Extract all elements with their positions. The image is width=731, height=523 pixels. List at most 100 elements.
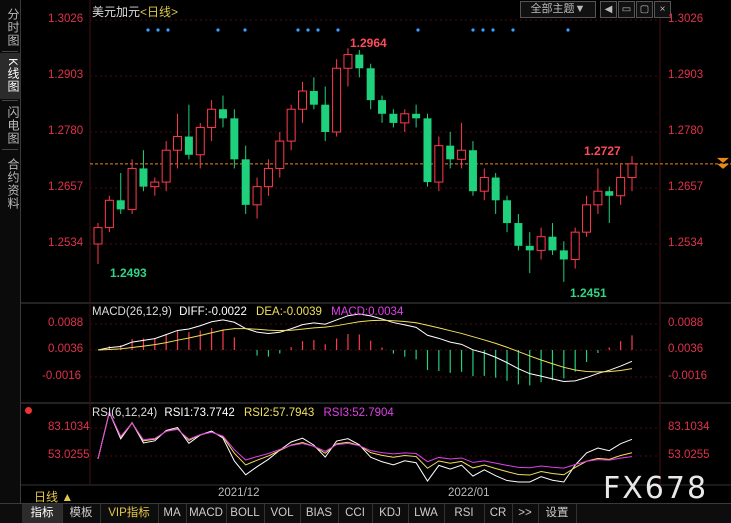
candle bbox=[412, 113, 421, 119]
candle bbox=[491, 177, 500, 201]
rsi-params: RSI(6,12,24) bbox=[92, 407, 158, 419]
macd-label-left: -0.0016 bbox=[42, 370, 82, 382]
candle bbox=[195, 126, 205, 156]
candle bbox=[593, 190, 603, 206]
candle bbox=[514, 223, 523, 246]
candle bbox=[503, 200, 512, 224]
event-marker-icon bbox=[146, 28, 150, 32]
event-marker-icon bbox=[566, 28, 570, 32]
event-marker-icon bbox=[296, 28, 300, 32]
candle bbox=[286, 108, 296, 142]
rsi-label-right: 83.1034 bbox=[668, 421, 710, 433]
candle bbox=[332, 67, 342, 133]
tab-timeshare[interactable]: 分时图 bbox=[0, 4, 20, 50]
rsi-title: RSI(6,12,24) RSI1:73.7742 RSI2:57.7943 R… bbox=[92, 407, 394, 419]
candle bbox=[321, 104, 330, 132]
candle bbox=[525, 245, 534, 251]
macd-title: MACD(26,12,9) DIFF:-0.0022 DEA:-0.0039 M… bbox=[92, 306, 403, 318]
macd-label-left: 0.0036 bbox=[48, 343, 84, 355]
candle bbox=[173, 136, 183, 151]
candle bbox=[218, 109, 227, 119]
bottom-toolbar: 指标 模板 VIP指标 MA MACD BOLL VOL BIAS CCI KD… bbox=[0, 503, 731, 523]
candle bbox=[184, 136, 193, 155]
zoom-in-icon[interactable]: ▢ bbox=[636, 1, 653, 18]
candle bbox=[434, 145, 444, 183]
event-marker-icon bbox=[511, 28, 515, 32]
candle bbox=[479, 177, 489, 192]
more-tabs-button[interactable]: >> bbox=[512, 504, 539, 523]
period-tag[interactable]: <日线> bbox=[140, 5, 178, 19]
tab-template[interactable]: 模板 bbox=[62, 504, 101, 523]
high-annotation: 1.2964 bbox=[350, 36, 387, 50]
candle bbox=[275, 140, 285, 169]
scroll-left-icon[interactable]: ◀ bbox=[600, 1, 617, 18]
rsi1-line bbox=[97, 410, 633, 483]
tab-cci[interactable]: CCI bbox=[338, 504, 373, 523]
price-label-right: 1.2534 bbox=[668, 237, 704, 249]
tab-bias[interactable]: BIAS bbox=[300, 504, 339, 523]
candle bbox=[536, 236, 546, 251]
candle bbox=[548, 236, 557, 251]
price-label-left: 1.2780 bbox=[48, 125, 84, 137]
event-marker-icon bbox=[471, 28, 475, 32]
macd-label-left: 0.0088 bbox=[48, 317, 84, 329]
price-label-right: 1.2903 bbox=[668, 69, 704, 81]
candle bbox=[241, 159, 250, 205]
event-marker-icon bbox=[243, 28, 247, 32]
candle bbox=[366, 68, 375, 101]
event-marker-icon bbox=[416, 28, 420, 32]
tab-vol[interactable]: VOL bbox=[264, 504, 301, 523]
rsi-label-right: 53.0255 bbox=[668, 449, 710, 461]
chart-canvas[interactable] bbox=[21, 0, 731, 503]
candle bbox=[343, 54, 353, 69]
candle bbox=[207, 108, 217, 128]
candle bbox=[582, 204, 592, 233]
rsi2-line bbox=[97, 410, 633, 476]
event-marker-icon bbox=[216, 28, 220, 32]
candle bbox=[446, 145, 455, 160]
tab-kline[interactable]: K线图 bbox=[0, 53, 20, 99]
candle bbox=[161, 149, 171, 183]
candle bbox=[605, 191, 614, 196]
candle bbox=[127, 167, 137, 210]
indicator-dot-icon[interactable] bbox=[25, 407, 32, 414]
date-label: 2022/01 bbox=[448, 487, 490, 499]
event-marker-icon bbox=[481, 28, 485, 32]
candle bbox=[378, 100, 387, 114]
price-label-left: 1.2657 bbox=[48, 181, 84, 193]
tab-kdj[interactable]: KDJ bbox=[372, 504, 409, 523]
price-label-right: 1.2657 bbox=[668, 181, 704, 193]
macd-label-right: 0.0088 bbox=[668, 317, 704, 329]
price-label-right: 1.2780 bbox=[668, 125, 704, 137]
date-label: 2021/12 bbox=[218, 487, 260, 499]
price-label-left: 1.3026 bbox=[48, 13, 84, 25]
price-label-right: 1.3026 bbox=[668, 13, 704, 25]
macd-label-right: 0.0036 bbox=[668, 343, 704, 355]
tab-flash[interactable]: 闪电图 bbox=[0, 102, 20, 148]
price-label-left: 1.2903 bbox=[48, 69, 84, 81]
macd-diff: DIFF:-0.0022 bbox=[179, 306, 247, 318]
low-annotation-left: 1.2493 bbox=[110, 266, 147, 280]
zoom-out-icon[interactable]: ▭ bbox=[618, 1, 635, 18]
tab-rsi[interactable]: RSI bbox=[444, 504, 485, 523]
tab-indicator[interactable]: 指标 bbox=[22, 504, 63, 523]
event-marker-icon bbox=[156, 28, 160, 32]
tab-vip-indicator[interactable]: VIP指标 bbox=[100, 504, 159, 523]
rsi1-value: RSI1:73.7742 bbox=[164, 407, 235, 419]
tab-ma[interactable]: MA bbox=[158, 504, 187, 523]
symbol-title: 美元加元<日线> bbox=[92, 3, 178, 20]
macd-label-right: -0.0016 bbox=[668, 370, 708, 382]
tab-contract[interactable]: 合约资料 bbox=[0, 153, 20, 215]
tab-macd[interactable]: MACD bbox=[186, 504, 227, 523]
tab-boll[interactable]: BOLL bbox=[226, 504, 265, 523]
candle bbox=[616, 177, 626, 197]
candle bbox=[252, 186, 262, 206]
symbol-name: 美元加元 bbox=[92, 5, 141, 19]
rsi2-value: RSI2:57.7943 bbox=[243, 407, 315, 419]
rsi3-line bbox=[97, 410, 633, 469]
settings-tab[interactable]: 设置 bbox=[538, 504, 577, 523]
candle bbox=[400, 113, 410, 124]
tab-lwa[interactable]: LWA bbox=[408, 504, 445, 523]
tab-cr[interactable]: CR bbox=[484, 504, 513, 523]
theme-select[interactable]: 全部主题▼ bbox=[520, 1, 596, 18]
